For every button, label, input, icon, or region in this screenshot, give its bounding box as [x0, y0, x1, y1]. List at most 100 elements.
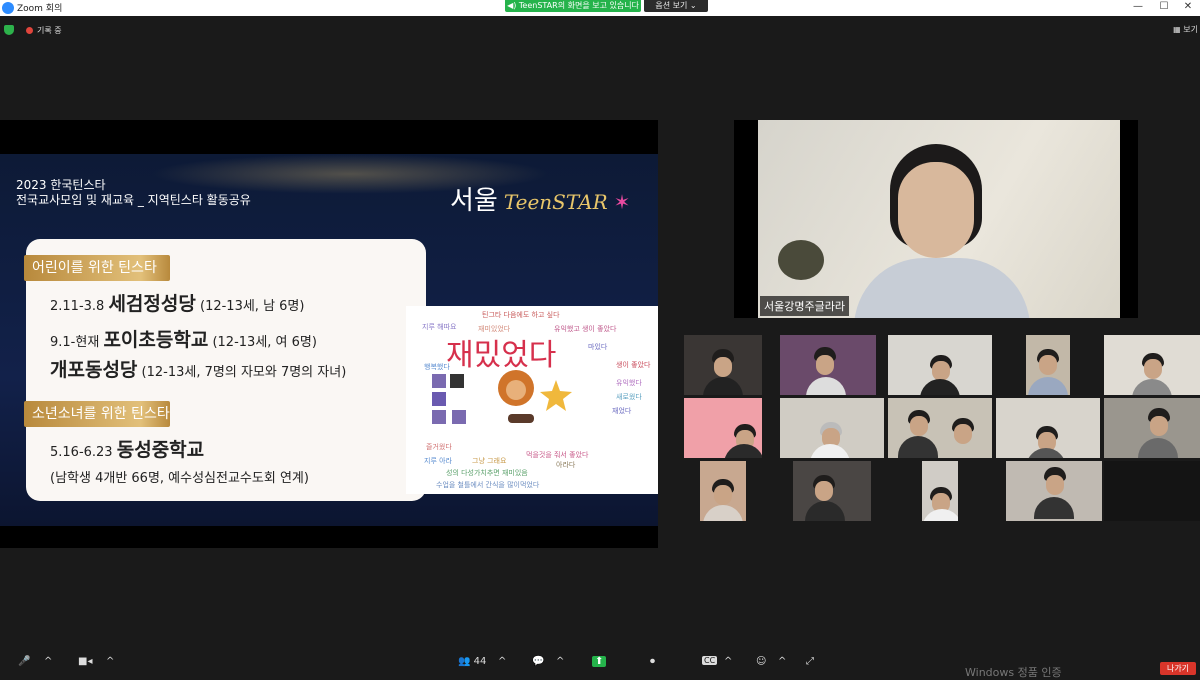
- participants-count: 44: [473, 656, 487, 667]
- chat-icon[interactable]: 💬: [532, 656, 544, 667]
- fullscreen-icon[interactable]: ⤢: [806, 656, 814, 667]
- leave-button[interactable]: 나가기: [1160, 662, 1196, 675]
- participant-head: [714, 485, 732, 505]
- activity-date: 9.1-현재: [50, 335, 100, 350]
- view-label: 보기: [1183, 25, 1198, 34]
- activity-place: 포이초등학교: [103, 329, 209, 351]
- meeting-topbar: 기록 중 ▦ 보기: [0, 20, 1200, 40]
- participant-head: [1144, 359, 1162, 379]
- participants-button[interactable]: 👥 44: [458, 656, 486, 667]
- participant-body: [703, 505, 743, 521]
- participant-body: [724, 444, 762, 458]
- speaker-face: [898, 162, 974, 258]
- participant-tile[interactable]: [922, 461, 958, 521]
- participant-head: [714, 357, 732, 377]
- participant-body: [1034, 497, 1074, 519]
- word-cloud-word: 새로웠다: [616, 393, 642, 401]
- participant-tile[interactable]: [700, 461, 746, 521]
- star-icon: ✶: [613, 190, 631, 214]
- participant-head: [932, 361, 950, 381]
- record-dot-icon: [26, 27, 33, 34]
- activity-line-2: 9.1-현재 포이초등학교 (12-13세, 여 6명): [50, 325, 317, 352]
- activity-note: (12-13세, 여 6명): [212, 335, 317, 350]
- participant-tile[interactable]: [793, 461, 871, 521]
- participant-body: [922, 509, 958, 521]
- participant-tile[interactable]: [780, 335, 876, 395]
- speaker-body: [854, 258, 1030, 318]
- security-shield-icon[interactable]: [4, 25, 14, 35]
- section-children-title: 어린이를 위한 틴스타: [24, 255, 170, 281]
- captions-icon[interactable]: CC: [702, 656, 718, 665]
- word-cloud-word: 아라다: [556, 461, 576, 469]
- speaker-video[interactable]: [758, 120, 1120, 318]
- zoom-logo-icon: [2, 1, 14, 14]
- recording-indicator[interactable]: 기록 중: [26, 25, 62, 36]
- participant-tile[interactable]: [1006, 461, 1102, 521]
- activity-note: (12-13세, 남 6명): [200, 299, 305, 314]
- view-button[interactable]: ▦ 보기: [1173, 24, 1198, 35]
- activity-date: 5.16-6.23: [50, 445, 113, 460]
- participant-tile[interactable]: [888, 335, 992, 395]
- window-title: Zoom 회의: [17, 4, 63, 14]
- word-cloud-word: 성의 다성가치추면 재미있음: [446, 469, 528, 477]
- participant-head: [815, 481, 833, 501]
- slide-header: 2023 한국틴스타 전국교사모임 및 재교육 _ 지역틴스타 활동공유: [16, 178, 251, 208]
- word-cloud-word: 그냥 그래요: [472, 457, 507, 465]
- participant-tile[interactable]: [1104, 335, 1200, 395]
- participant-body: [1026, 448, 1066, 458]
- participant-head: [1046, 475, 1064, 495]
- minimize-button[interactable]: —: [1128, 0, 1148, 14]
- word-cloud-word: 수업을 철틀에서 간식을 많이먹었다: [436, 481, 540, 489]
- word-cloud-word: 틴그타 다음에도 하고 싶다: [482, 311, 560, 319]
- speaker-icon: ◀): [507, 1, 517, 10]
- word-cloud-word: 즐거웠다: [426, 443, 452, 451]
- participant-body: [810, 444, 850, 458]
- word-cloud-word: 먹을것을 줘서 좋았다: [526, 451, 589, 459]
- participant-head: [954, 424, 972, 444]
- activity-note: (남학생 4개반 66명, 예수성심전교수도회 연계): [50, 471, 309, 486]
- reactions-icon[interactable]: ☺: [756, 656, 766, 667]
- participant-body: [806, 377, 846, 395]
- recording-label: 기록 중: [37, 26, 62, 35]
- presentation-slide: 2023 한국틴스타 전국교사모임 및 재교육 _ 지역틴스타 활동공유 서울 …: [0, 154, 658, 526]
- share-screen-icon[interactable]: ⬆: [592, 656, 607, 667]
- activity-line-1: 2.11-3.8 세검정성당 (12-13세, 남 6명): [50, 289, 304, 316]
- section-youth-title: 소년소녀를 위한 틴스타: [24, 401, 170, 427]
- participant-tile[interactable]: [1104, 461, 1200, 521]
- reactions-options-caret[interactable]: ^: [778, 656, 786, 667]
- word-cloud-word: 생이 좋았다: [616, 361, 651, 369]
- participant-tile[interactable]: [888, 398, 992, 458]
- video-icon[interactable]: ■◂: [78, 656, 92, 667]
- mute-icon[interactable]: 🎤: [18, 656, 30, 667]
- activity-card: 어린이를 위한 틴스타 2.11-3.8 세검정성당 (12-13세, 남 6명…: [24, 239, 426, 501]
- word-cloud-word: 재었다: [612, 407, 632, 415]
- activity-line-3: 개포동성당 (12-13세, 7명의 자모와 7명의 자녀): [50, 355, 346, 382]
- chat-options-caret[interactable]: ^: [556, 656, 564, 667]
- slide-header-line2: 전국교사모임 및 재교육 _ 지역틴스타 활동공유: [16, 193, 251, 207]
- participant-body: [898, 436, 938, 458]
- participant-tile[interactable]: [996, 398, 1100, 458]
- captions-options-caret[interactable]: ^: [724, 656, 732, 667]
- activity-date: 2.11-3.8: [50, 299, 105, 314]
- participant-head: [910, 416, 928, 436]
- windows-activation-watermark: Windows 정품 인증: [965, 666, 1062, 679]
- word-cloud-word: 유익했다: [616, 379, 642, 387]
- participant-body: [805, 501, 845, 521]
- hand-icon: [508, 414, 534, 423]
- view-options-button[interactable]: 옵션 보기 ⌄: [644, 0, 708, 12]
- close-button[interactable]: ✕: [1178, 0, 1198, 14]
- participant-tile[interactable]: [1104, 398, 1200, 458]
- participant-tile[interactable]: [780, 398, 884, 458]
- participant-body: [1132, 379, 1172, 395]
- participant-tile[interactable]: [1026, 335, 1070, 395]
- slide-header-line1: 2023 한국틴스타: [16, 178, 106, 192]
- participant-body: [1138, 438, 1178, 458]
- participant-tile[interactable]: [684, 398, 762, 458]
- maximize-button[interactable]: ☐: [1154, 0, 1174, 14]
- sun-icon: [540, 380, 572, 411]
- audio-options-caret[interactable]: ^: [44, 656, 52, 667]
- video-options-caret[interactable]: ^: [106, 656, 114, 667]
- record-icon[interactable]: ⏺: [650, 656, 655, 667]
- participant-tile[interactable]: [684, 335, 762, 395]
- participants-options-caret[interactable]: ^: [498, 656, 506, 667]
